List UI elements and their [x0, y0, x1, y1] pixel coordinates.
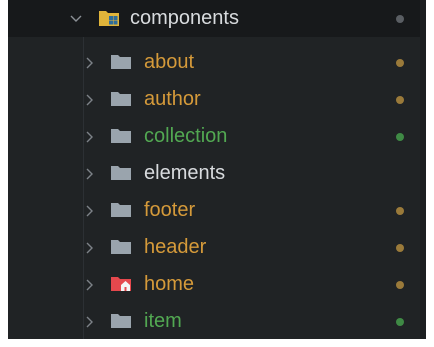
scrollbar-track[interactable]: [420, 0, 426, 339]
tree-item-label: header: [144, 236, 207, 258]
tree-item-label: collection: [144, 125, 228, 147]
folder-home-icon: [110, 275, 132, 293]
status-dot: [396, 318, 404, 326]
folder-icon: [110, 90, 132, 108]
tree-item-footer[interactable]: footer: [8, 192, 426, 229]
tree-item-collection[interactable]: collection: [8, 118, 426, 155]
folder-components-icon: [98, 9, 120, 27]
chevron-right-icon[interactable]: [82, 240, 98, 256]
tree-item-label: elements: [144, 162, 226, 184]
status-dot: [396, 15, 404, 23]
folder-icon: [110, 238, 132, 256]
status-dot: [396, 96, 404, 104]
chevron-right-icon[interactable]: [82, 314, 98, 330]
tree-item-header[interactable]: header: [8, 229, 426, 266]
tree-item-elements[interactable]: elements: [8, 155, 426, 192]
tree-item-label: footer: [144, 199, 196, 221]
folder-icon: [110, 312, 132, 330]
tree-item-components[interactable]: components: [8, 0, 426, 37]
folder-icon: [110, 53, 132, 71]
chevron-right-icon[interactable]: [82, 277, 98, 293]
folder-icon: [110, 164, 132, 182]
chevron-right-icon[interactable]: [82, 203, 98, 219]
tree-item-home[interactable]: home: [8, 266, 426, 303]
chevron-right-icon[interactable]: [82, 92, 98, 108]
status-dot: [396, 244, 404, 252]
status-dot: [396, 59, 404, 67]
tree-item-label: components: [130, 7, 239, 29]
chevron-down-icon[interactable]: [68, 11, 84, 27]
tree-item-label: item: [144, 310, 182, 332]
folder-icon: [110, 127, 132, 145]
tree-item-label: about: [144, 51, 195, 73]
chevron-right-icon[interactable]: [82, 55, 98, 71]
tree-item-label: home: [144, 273, 195, 295]
tree-item-author[interactable]: author: [8, 81, 426, 118]
tree-item-about[interactable]: about: [8, 44, 426, 81]
status-dot: [396, 207, 404, 215]
file-explorer-panel: components about author collection eleme…: [8, 0, 426, 339]
tree-item-item[interactable]: item: [8, 303, 426, 339]
status-dot: [396, 281, 404, 289]
status-dot: [396, 133, 404, 141]
folder-icon: [110, 201, 132, 219]
tree-item-label: author: [144, 88, 201, 110]
chevron-right-icon[interactable]: [82, 129, 98, 145]
chevron-right-icon[interactable]: [82, 166, 98, 182]
